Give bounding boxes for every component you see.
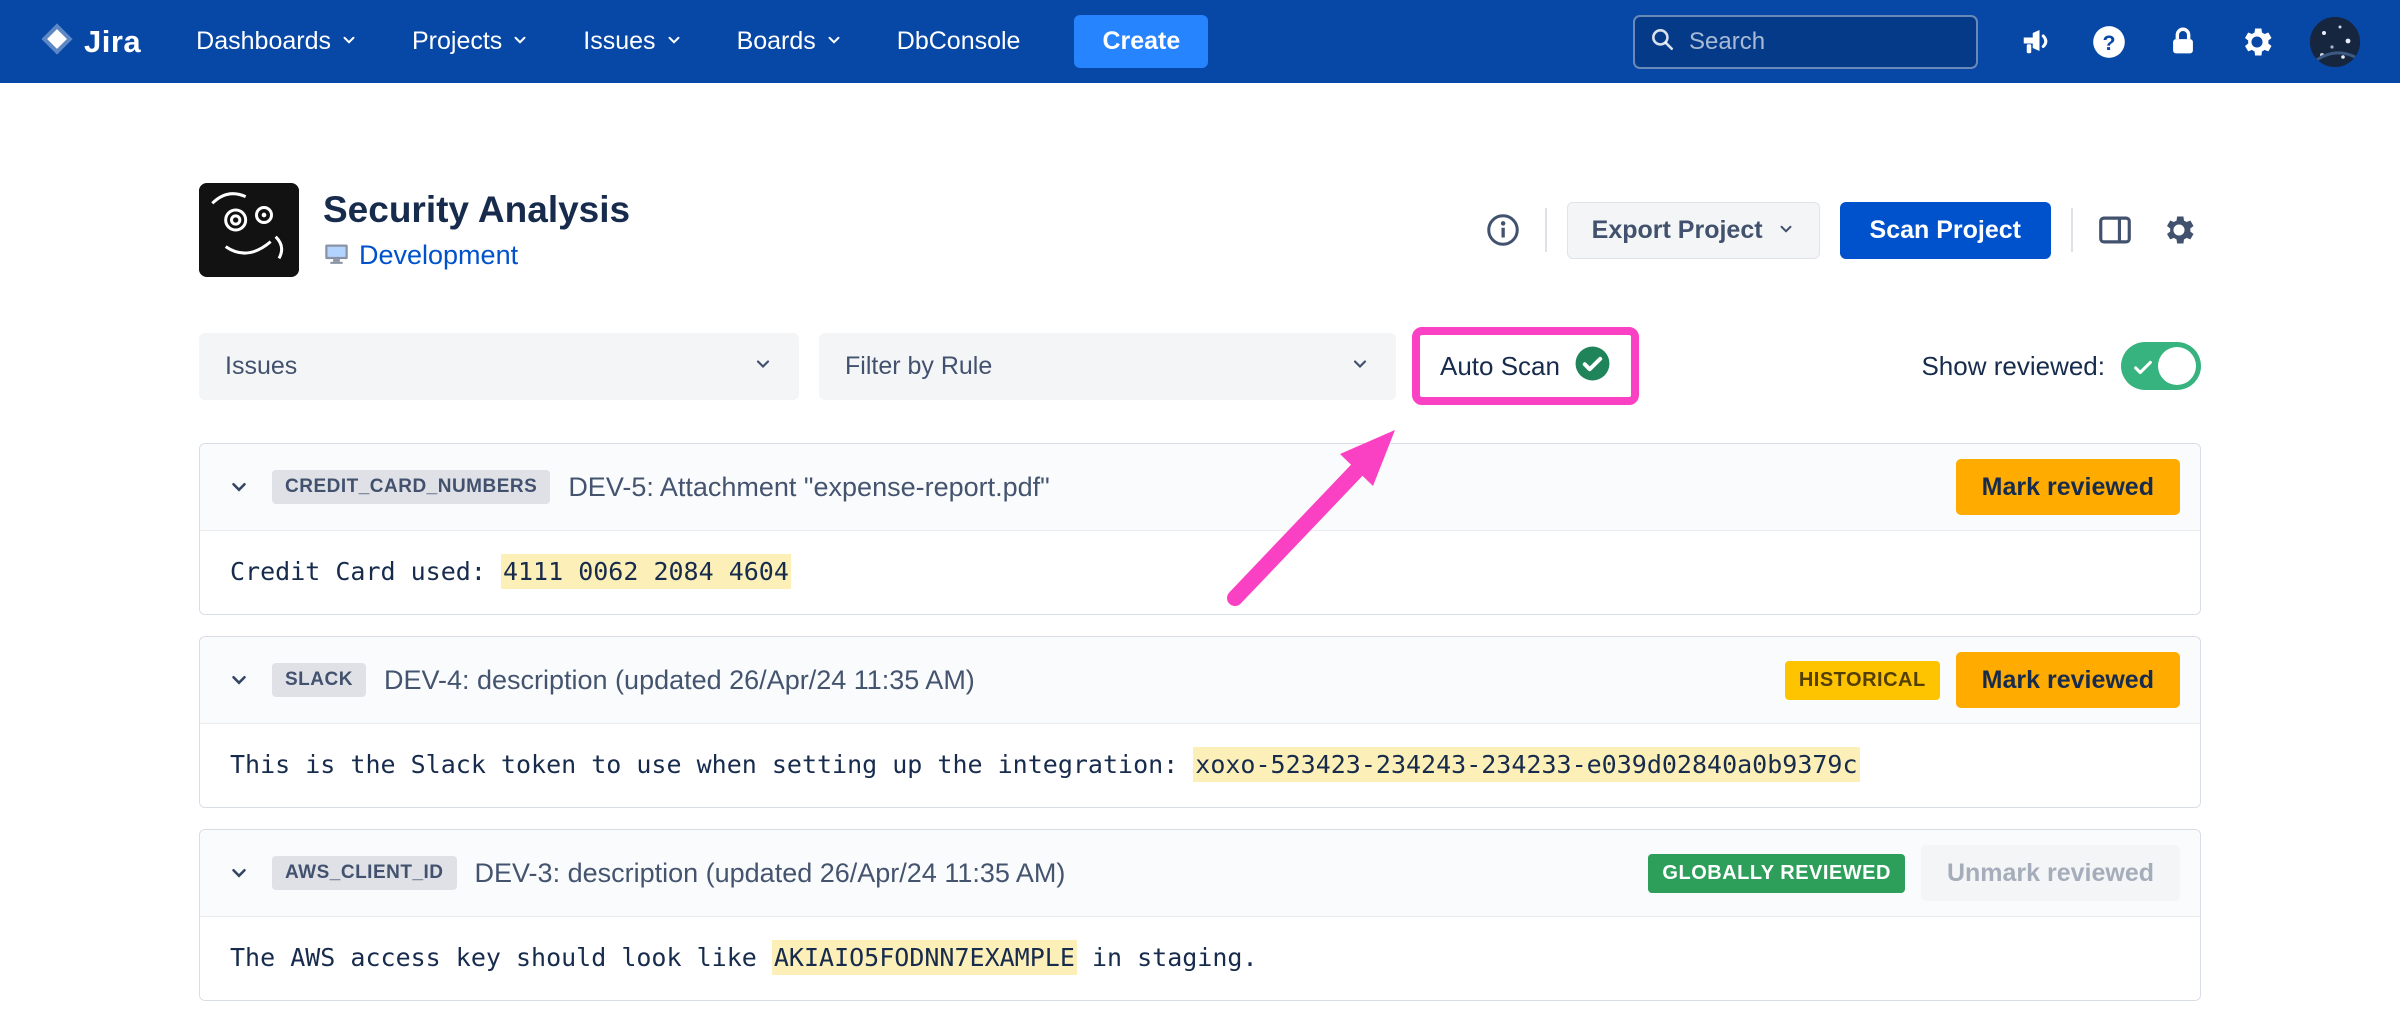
finding-text: in staging. bbox=[1077, 943, 1258, 972]
auto-scan-toggle[interactable]: Auto Scan bbox=[1440, 351, 1560, 382]
findings-list: CREDIT_CARD_NUMBERS DEV-5: Attachment "e… bbox=[199, 443, 2201, 1018]
chevron-down-icon bbox=[665, 27, 683, 56]
nav-projects-label: Projects bbox=[412, 27, 502, 56]
secret-highlight: AKIAIO5FODNN7EXAMPLE bbox=[772, 940, 1077, 975]
mark-reviewed-button[interactable]: Mark reviewed bbox=[1956, 652, 2180, 708]
category-link[interactable]: Development bbox=[359, 240, 518, 271]
historical-badge: HISTORICAL bbox=[1785, 661, 1940, 700]
search-input[interactable] bbox=[1689, 28, 1962, 56]
nav-dbconsole[interactable]: DbConsole bbox=[897, 27, 1021, 56]
check-icon bbox=[2132, 356, 2154, 383]
finding-text: This is the Slack token to use when sett… bbox=[230, 750, 1193, 779]
nav-boards-label: Boards bbox=[737, 27, 816, 56]
filter-by-rule-dropdown[interactable]: Filter by Rule bbox=[819, 333, 1396, 400]
finding-title: DEV-3: description (updated 26/Apr/24 11… bbox=[475, 858, 1649, 889]
finding-text: Credit Card used: bbox=[230, 557, 501, 586]
nav-dbconsole-label: DbConsole bbox=[897, 27, 1021, 56]
filter-row: Issues Filter by Rule Auto Scan bbox=[199, 327, 2201, 405]
search-box[interactable] bbox=[1633, 15, 1978, 69]
rule-type-badge: CREDIT_CARD_NUMBERS bbox=[272, 470, 550, 504]
lock-icon[interactable] bbox=[2162, 21, 2204, 63]
main-content: Security Analysis Development bbox=[199, 183, 2201, 1018]
mark-reviewed-button[interactable]: Mark reviewed bbox=[1956, 459, 2180, 515]
help-icon[interactable]: ? bbox=[2088, 21, 2130, 63]
search-icon bbox=[1649, 26, 1675, 57]
nav-boards[interactable]: Boards bbox=[737, 27, 843, 56]
finding-title: DEV-5: Attachment "expense-report.pdf" bbox=[568, 472, 1955, 503]
info-icon[interactable] bbox=[1481, 208, 1525, 252]
toggle-knob bbox=[2158, 347, 2196, 385]
finding-card-header: CREDIT_CARD_NUMBERS DEV-5: Attachment "e… bbox=[200, 444, 2200, 531]
nav-dashboards-label: Dashboards bbox=[196, 27, 331, 56]
nav-projects[interactable]: Projects bbox=[412, 27, 529, 56]
create-button[interactable]: Create bbox=[1074, 15, 1208, 68]
finding-card-header: AWS_CLIENT_ID DEV-3: description (update… bbox=[200, 830, 2200, 917]
finding-card: SLACK DEV-4: description (updated 26/Apr… bbox=[199, 636, 2201, 808]
brand-text: Jira bbox=[84, 24, 141, 60]
finding-body: Credit Card used: 4111 0062 2084 4604 bbox=[200, 531, 2200, 614]
nav-dashboards[interactable]: Dashboards bbox=[196, 27, 358, 56]
page: Jira Dashboards Projects Issues Boards bbox=[0, 0, 2400, 1018]
secret-highlight: 4111 0062 2084 4604 bbox=[501, 554, 791, 589]
globally-reviewed-badge: GLOBALLY REVIEWED bbox=[1648, 854, 1905, 893]
finding-card: AWS_CLIENT_ID DEV-3: description (update… bbox=[199, 829, 2201, 1001]
divider bbox=[2071, 208, 2073, 252]
show-reviewed-toggle[interactable] bbox=[2121, 342, 2201, 390]
project-titles: Security Analysis Development bbox=[323, 189, 630, 272]
rule-type-badge: SLACK bbox=[272, 663, 366, 697]
finding-card-header: SLACK DEV-4: description (updated 26/Apr… bbox=[200, 637, 2200, 724]
show-reviewed-label: Show reviewed: bbox=[1921, 351, 2105, 382]
project-category: Development bbox=[323, 240, 630, 272]
collapse-chevron-icon[interactable] bbox=[222, 856, 256, 890]
nav-issues[interactable]: Issues bbox=[583, 27, 682, 56]
check-circle-icon bbox=[1574, 345, 1611, 387]
finding-text: The AWS access key should look like bbox=[230, 943, 772, 972]
jira-logo[interactable]: Jira bbox=[40, 22, 141, 61]
jira-logo-icon bbox=[40, 22, 74, 61]
project-settings-gear-icon[interactable] bbox=[2157, 208, 2201, 252]
finding-body: This is the Slack token to use when sett… bbox=[200, 724, 2200, 807]
user-avatar[interactable] bbox=[2310, 17, 2360, 67]
navbar-icons: ? bbox=[2014, 17, 2360, 67]
chevron-down-icon bbox=[825, 27, 843, 56]
show-reviewed-control: Show reviewed: bbox=[1921, 342, 2201, 390]
issues-dropdown-value: Issues bbox=[225, 352, 297, 381]
secret-highlight: xoxo-523423-234243-234233-e039d02840a0b9… bbox=[1193, 747, 1859, 782]
monitor-icon bbox=[323, 240, 350, 272]
collapse-chevron-icon[interactable] bbox=[222, 663, 256, 697]
unmark-reviewed-button[interactable]: Unmark reviewed bbox=[1921, 845, 2180, 901]
rule-type-badge: AWS_CLIENT_ID bbox=[272, 856, 457, 890]
divider bbox=[1545, 208, 1547, 252]
settings-gear-icon[interactable] bbox=[2236, 21, 2278, 63]
chevron-down-icon bbox=[1350, 352, 1370, 381]
project-avatar bbox=[199, 183, 299, 277]
header-actions: Export Project Scan Project bbox=[1481, 202, 2201, 259]
issues-dropdown[interactable]: Issues bbox=[199, 333, 799, 400]
top-navbar: Jira Dashboards Projects Issues Boards bbox=[0, 0, 2400, 83]
svg-text:?: ? bbox=[2102, 30, 2115, 54]
scan-project-button[interactable]: Scan Project bbox=[1840, 202, 2051, 259]
project-header: Security Analysis Development bbox=[199, 183, 2201, 277]
chevron-down-icon bbox=[340, 27, 358, 56]
filter-by-rule-value: Filter by Rule bbox=[845, 352, 992, 381]
export-project-label: Export Project bbox=[1592, 216, 1763, 245]
collapse-chevron-icon[interactable] bbox=[222, 470, 256, 504]
chevron-down-icon bbox=[511, 27, 529, 56]
details-panel-icon[interactable] bbox=[2093, 208, 2137, 252]
auto-scan-highlight-box: Auto Scan bbox=[1412, 327, 1639, 405]
finding-card: CREDIT_CARD_NUMBERS DEV-5: Attachment "e… bbox=[199, 443, 2201, 615]
finding-title: DEV-4: description (updated 26/Apr/24 11… bbox=[384, 665, 1785, 696]
page-title: Security Analysis bbox=[323, 189, 630, 231]
finding-body: The AWS access key should look like AKIA… bbox=[200, 917, 2200, 1000]
nav-issues-label: Issues bbox=[583, 27, 655, 56]
announcement-icon[interactable] bbox=[2014, 21, 2056, 63]
chevron-down-icon bbox=[753, 352, 773, 381]
chevron-down-icon bbox=[1777, 216, 1795, 245]
export-project-button[interactable]: Export Project bbox=[1567, 202, 1820, 259]
